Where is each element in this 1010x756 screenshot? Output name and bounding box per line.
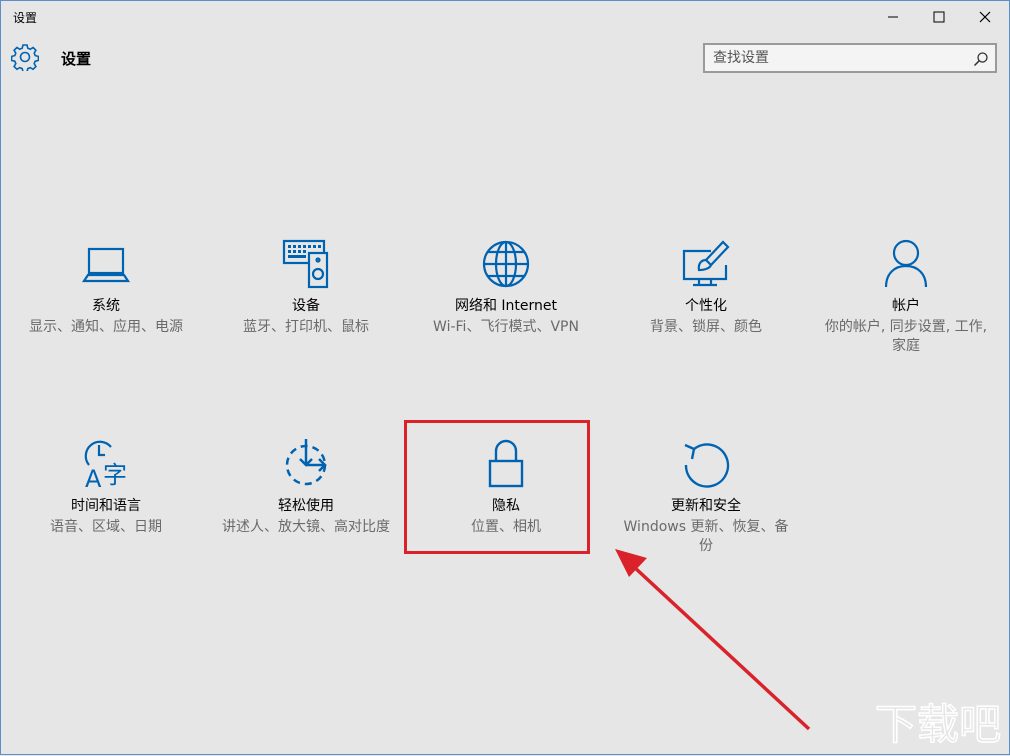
tile-system[interactable]: 系统 显示、通知、应用、电源 [21,239,191,359]
personalization-icon [681,239,731,289]
person-icon [881,239,931,289]
ease-of-access-icon [281,439,331,489]
tile-label: 更新和安全 [671,498,741,514]
tile-label: 个性化 [685,298,727,314]
tile-description: 蓝牙、打印机、鼠标 [243,319,369,335]
svg-text:字: 字 [103,461,127,489]
tile-description: Windows 更新、恢复、备份 [623,519,789,554]
tile-update-security[interactable]: 更新和安全 Windows 更新、恢复、备份 [621,439,791,559]
tile-description: 显示、通知、应用、电源 [29,319,183,335]
search-input[interactable] [713,49,963,67]
globe-icon [481,239,531,289]
tile-label: 轻松使用 [278,498,334,514]
privacy-highlight-box [404,420,590,554]
tile-description: 语音、区域、日期 [50,519,162,535]
tile-label: 设备 [292,298,320,314]
title-bar: 设置 [1,1,1009,33]
tile-accounts[interactable]: 帐户 你的帐户, 同步设置, 工作, 家庭 [821,239,991,359]
tile-label: 系统 [92,298,120,314]
devices-icon [281,239,331,289]
close-button[interactable] [962,1,1008,33]
annotation-arrow [615,549,811,731]
tile-personalization[interactable]: 个性化 背景、锁屏、颜色 [621,239,791,359]
gear-icon [11,44,39,71]
window-title: 设置 [13,11,38,25]
settings-header: 设置 [1,37,1009,77]
tile-ease-of-access[interactable]: 轻松使用 讲述人、放大镜、高对比度 [221,439,391,559]
minimize-icon [888,16,898,18]
minimize-button[interactable] [870,1,916,33]
page-title: 设置 [61,50,92,68]
tile-label: 帐户 [892,298,920,314]
tile-time-language[interactable]: A 字 时间和语言 语音、区域、日期 [21,439,191,559]
tile-network[interactable]: 网络和 Internet Wi-Fi、飞行模式、VPN [421,239,591,359]
tile-label: 时间和语言 [71,498,141,514]
maximize-button[interactable] [916,1,962,33]
time-language-icon: A 字 [81,439,131,493]
search-icon[interactable] [973,51,989,67]
tile-devices[interactable]: 设备 蓝牙、打印机、鼠标 [221,239,391,359]
tile-description: 背景、锁屏、颜色 [650,319,762,335]
search-box[interactable] [703,43,997,73]
svg-text:A: A [85,465,102,493]
tile-description: 讲述人、放大镜、高对比度 [222,519,390,535]
watermark-logo: 下载吧 [874,699,1002,750]
svg-text:下载吧: 下载吧 [875,700,1001,749]
close-icon [979,11,991,23]
update-icon [681,439,731,489]
tile-label: 网络和 Internet [454,298,558,314]
maximize-icon [933,11,945,23]
tile-description: 你的帐户, 同步设置, 工作, 家庭 [824,319,988,354]
laptop-icon [81,239,131,289]
settings-window: 设置 设置 查找设置 系统 显示、通知、应用、电源 设备 蓝牙、打印机、鼠标 网… [0,0,1010,755]
tile-description: Wi-Fi、飞行模式、VPN [433,319,579,335]
